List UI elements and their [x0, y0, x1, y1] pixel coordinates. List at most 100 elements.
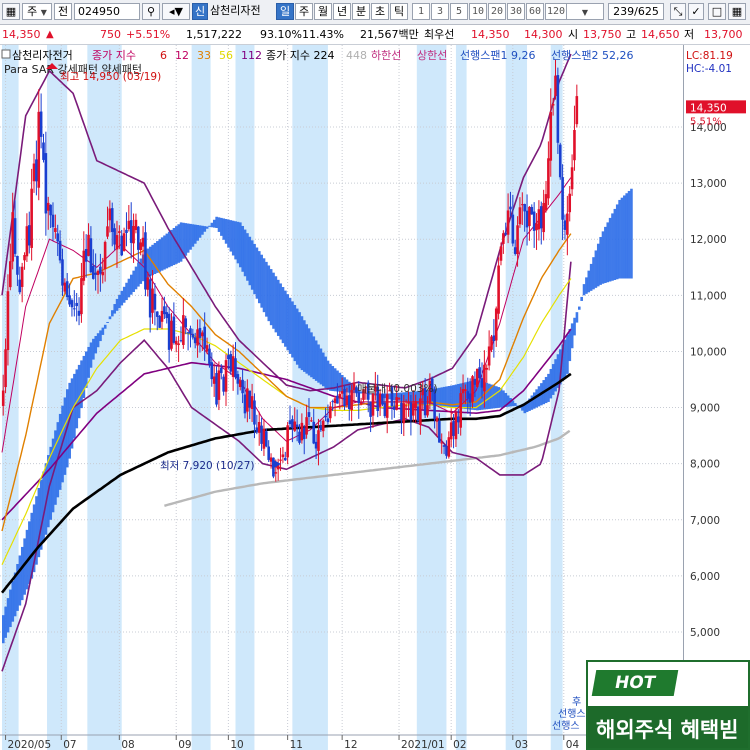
candle-body-368 — [438, 420, 441, 443]
candle-body-290 — [345, 395, 349, 406]
interval-button-10[interactable]: 10 — [469, 3, 487, 20]
period-tab-3[interactable]: 년 — [333, 3, 351, 20]
cloud-slice-172 — [205, 226, 209, 229]
cloud-slice-194 — [231, 220, 235, 256]
period-tab-1[interactable]: 주 — [295, 3, 313, 20]
cloud-slice-236 — [281, 287, 285, 344]
candle-body-476 — [566, 213, 569, 235]
hot-promo-banner[interactable]: HOT 해외주식 혜택빋 — [586, 660, 750, 750]
cloud-slice-72 — [87, 346, 90, 378]
cloud-slice-0 — [2, 615, 5, 644]
cloud-slice-414 — [492, 385, 496, 409]
candle-body-336 — [400, 402, 403, 420]
candle-body-42 — [51, 214, 55, 228]
candle-body-374 — [445, 445, 448, 456]
candle-body-162 — [193, 337, 197, 344]
cloud-slice-110 — [132, 270, 135, 292]
cloud-slice-262 — [312, 336, 316, 380]
interval-button-30[interactable]: 30 — [507, 3, 525, 20]
candle-body-432 — [513, 247, 517, 254]
candle-body-250 — [298, 431, 301, 443]
cloud-slice-284 — [338, 372, 342, 392]
search-icon[interactable]: ⚲ — [142, 3, 160, 20]
x-tick-label-8: 02 — [453, 739, 466, 750]
interval-select[interactable]: ▼ — [566, 3, 604, 20]
y-tick-label-7: 12,000 — [690, 234, 727, 246]
cloud-slice-272 — [324, 356, 327, 389]
candle-body-34 — [42, 142, 45, 160]
period-select[interactable]: 주 ▼ — [22, 3, 52, 20]
menu-grid-icon[interactable]: ▦ — [2, 3, 20, 20]
candle-body-460 — [547, 158, 550, 199]
candle-body-448 — [532, 211, 536, 231]
candle-body-346 — [411, 403, 415, 416]
cloud-slice-6 — [9, 589, 12, 628]
candle-body-466 — [554, 75, 557, 97]
candle-body-434 — [516, 225, 519, 255]
stock-code-input[interactable]: 024950 — [74, 3, 140, 20]
candle-body-214 — [255, 427, 259, 433]
interval-button-5[interactable]: 5 — [450, 3, 468, 20]
interval-button-20[interactable]: 20 — [488, 3, 506, 20]
cloud-slice-522 — [620, 197, 624, 279]
period-tab-4[interactable]: 분 — [352, 3, 370, 20]
cloud-slice-74 — [89, 342, 93, 368]
save-icon[interactable]: □ — [708, 3, 726, 20]
cloud-slice-248 — [295, 308, 299, 365]
y-tick-label-2: 7,000 — [690, 515, 720, 527]
period-tab-0[interactable]: 일 — [276, 3, 294, 20]
candle-body-170 — [203, 326, 206, 349]
settings-icon[interactable]: ▦ — [728, 3, 746, 20]
ratio-two: 11.43% — [302, 28, 344, 41]
cloud-slice-220 — [262, 258, 266, 313]
legend-ma-112: 112 — [241, 49, 262, 62]
candle-body-348 — [414, 401, 417, 409]
legend-ma448-value: 448 — [346, 49, 367, 62]
speaker-icon[interactable]: ◂▼ — [162, 3, 190, 20]
candle-body-330 — [393, 406, 396, 410]
candle-body-380 — [452, 420, 455, 436]
price-chart[interactable]: 최저 7,920 (10/27) 매물대 (0.003%) 후선행스선행스 5,00… — [0, 45, 750, 750]
candle-body-26 — [32, 163, 36, 182]
legend-span1: 선행스팬1 9,26 — [460, 49, 535, 62]
legend-ma-label: 종가 지수 — [92, 49, 136, 62]
cloud-slice-228 — [272, 272, 275, 329]
candle-body-128 — [153, 293, 157, 310]
cloud-slice-116 — [139, 258, 143, 284]
candle-body-196 — [234, 358, 237, 378]
cloud-slice-92 — [111, 310, 114, 317]
candle-body-62 — [75, 302, 78, 307]
high-value: 14,650 — [641, 28, 680, 41]
trade-amount: 21,567백만 — [360, 28, 419, 41]
cloud-slice-140 — [167, 231, 171, 268]
type-select[interactable]: 전 — [54, 3, 72, 20]
cloud-slice-2 — [4, 606, 7, 638]
cloud-slice-520 — [618, 199, 621, 279]
cloud-slice-254 — [303, 320, 306, 372]
expand-icon[interactable]: ⤡ — [670, 3, 686, 20]
candle-body-340 — [404, 405, 408, 407]
candle-body-226 — [269, 457, 273, 462]
candle-body-208 — [248, 390, 252, 408]
candle-body-58 — [70, 300, 74, 308]
interval-button-120[interactable]: 120 — [545, 3, 567, 20]
period-tab-6[interactable]: 틱 — [390, 3, 408, 20]
interval-button-60[interactable]: 60 — [526, 3, 544, 20]
legend-checkbox[interactable] — [1, 49, 11, 59]
candle-body-244 — [291, 419, 294, 429]
cloud-slice-276 — [329, 363, 332, 391]
cloud-slice-246 — [293, 304, 297, 362]
interval-button-3[interactable]: 3 — [431, 3, 449, 20]
candle-body-230 — [274, 472, 278, 474]
period-select-value: 주 — [27, 5, 38, 18]
cloud-slice-112 — [134, 266, 138, 290]
period-tab-5[interactable]: 초 — [371, 3, 389, 20]
cloud-slice-422 — [502, 390, 505, 408]
check-icon[interactable]: ✓ — [688, 3, 704, 20]
candle-body-218 — [260, 425, 263, 444]
x-tick-label-2: 08 — [121, 739, 134, 750]
period-tab-2[interactable]: 월 — [314, 3, 332, 20]
cloud-slice-204 — [243, 229, 247, 277]
candle-body-338 — [402, 403, 406, 424]
interval-button-1[interactable]: 1 — [412, 3, 430, 20]
